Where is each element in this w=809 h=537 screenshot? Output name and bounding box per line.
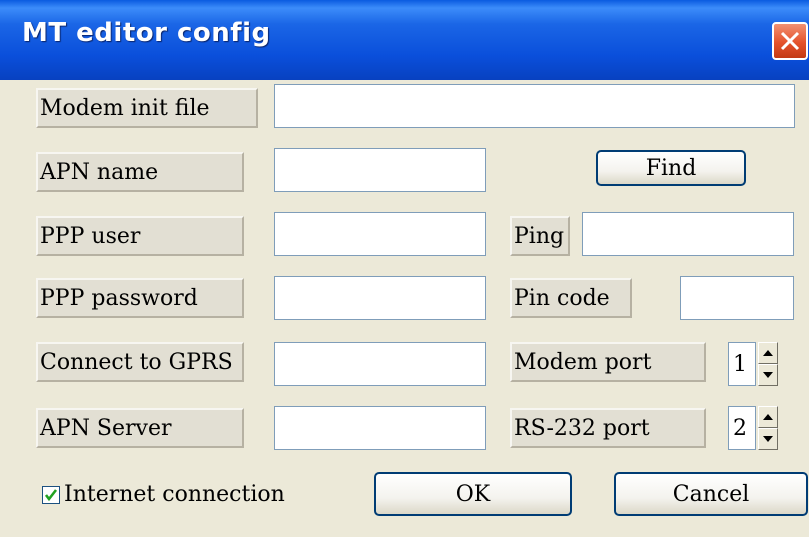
- ping-label: Ping: [510, 216, 570, 256]
- modem-port-label: Modem port: [510, 342, 706, 382]
- close-icon: [780, 31, 800, 51]
- internet-connection-checkbox[interactable]: [42, 486, 60, 504]
- rs232-port-spinner[interactable]: [758, 406, 778, 450]
- modem-port-value[interactable]: 1: [728, 342, 756, 386]
- spin-up-button[interactable]: [758, 342, 778, 364]
- arrow-down-icon: [763, 372, 773, 378]
- close-button[interactable]: [772, 22, 808, 60]
- modem-port-spinner[interactable]: [758, 342, 778, 386]
- window-title: MT editor config: [22, 18, 271, 48]
- dialog-body: Modem init file APN name PPP user PPP pa…: [6, 80, 808, 537]
- arrow-down-icon: [763, 436, 773, 442]
- spin-down-button[interactable]: [758, 364, 778, 386]
- modem-init-file-label: Modem init file: [36, 88, 258, 128]
- internet-connection-label[interactable]: Internet connection: [64, 482, 285, 507]
- connect-to-gprs-input[interactable]: [274, 342, 486, 386]
- rs232-port-value[interactable]: 2: [728, 406, 756, 450]
- pin-code-input[interactable]: [680, 276, 794, 320]
- arrow-up-icon: [763, 414, 773, 420]
- arrow-up-icon: [763, 350, 773, 356]
- connect-to-gprs-label: Connect to GPRS: [36, 342, 244, 382]
- apn-server-input[interactable]: [274, 406, 486, 450]
- ppp-user-label: PPP user: [36, 216, 244, 256]
- ping-input[interactable]: [582, 212, 794, 256]
- modem-init-file-input[interactable]: [274, 84, 795, 128]
- pin-code-label: Pin code: [510, 278, 632, 318]
- apn-server-label: APN Server: [36, 408, 244, 448]
- ok-button[interactable]: OK: [374, 472, 572, 516]
- find-button[interactable]: Find: [596, 150, 746, 186]
- rs232-port-label: RS-232 port: [510, 408, 706, 448]
- ppp-password-input[interactable]: [274, 276, 486, 320]
- cancel-button[interactable]: Cancel: [614, 472, 808, 516]
- spin-up-button[interactable]: [758, 406, 778, 428]
- title-bar[interactable]: MT editor config: [0, 0, 809, 80]
- spin-down-button[interactable]: [758, 428, 778, 450]
- apn-name-label: APN name: [36, 152, 244, 192]
- ppp-password-label: PPP password: [36, 278, 244, 318]
- apn-name-input[interactable]: [274, 148, 486, 192]
- dialog-window: MT editor config Modem init file APN nam…: [0, 0, 809, 537]
- ppp-user-input[interactable]: [274, 212, 486, 256]
- checkmark-icon: [44, 489, 58, 502]
